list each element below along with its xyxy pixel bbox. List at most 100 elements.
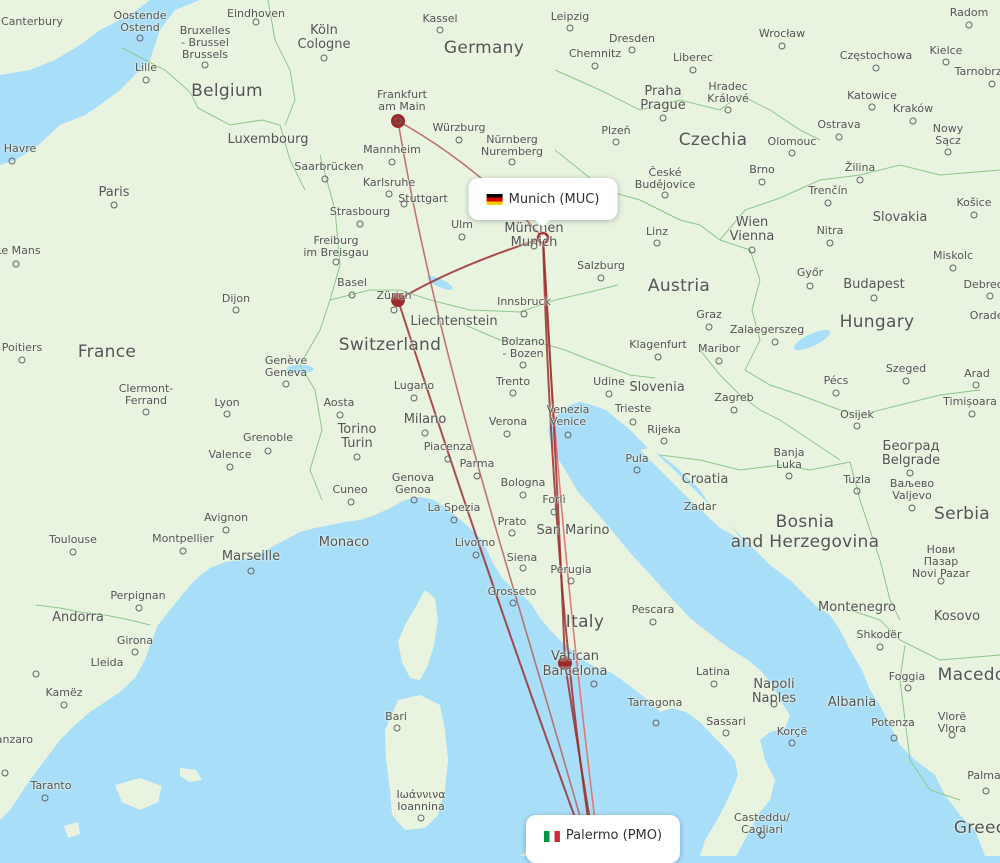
tooltip-pointer <box>535 219 551 227</box>
city-dot-icon <box>853 422 861 430</box>
hub-zurich-marker[interactable] <box>391 293 405 307</box>
city-dot-icon <box>652 719 660 727</box>
city-dot-icon <box>519 361 527 369</box>
city-dot-icon <box>566 24 574 32</box>
city-dot-icon <box>909 117 917 125</box>
city-dot-icon <box>661 191 669 199</box>
city-dot-icon <box>722 729 730 737</box>
city-dot-icon <box>965 21 973 29</box>
city-dot-icon <box>321 175 329 183</box>
city-dot-icon <box>868 103 876 111</box>
city-dot-icon <box>1 769 9 777</box>
city-dot-icon <box>390 306 398 314</box>
city-dot-icon <box>201 61 209 69</box>
city-dot-icon <box>564 431 572 439</box>
city-dot-icon <box>591 62 599 70</box>
city-dot-icon <box>870 294 878 302</box>
city-dot-icon <box>567 577 575 585</box>
city-dot-icon <box>748 246 756 254</box>
city-dot-icon <box>612 138 620 146</box>
city-dot-icon <box>972 381 980 389</box>
germany-flag-icon <box>486 193 503 205</box>
origin-munich-marker[interactable] <box>536 231 550 245</box>
city-dot-icon <box>388 158 396 166</box>
city-dot-icon <box>179 547 187 555</box>
city-dot-icon <box>110 201 118 209</box>
city-dot-icon <box>890 734 898 742</box>
city-dot-icon <box>417 814 425 822</box>
city-dot-icon <box>758 178 766 186</box>
city-dot-icon <box>530 242 538 250</box>
city-dot-icon <box>826 239 834 247</box>
city-dot-icon <box>131 648 139 656</box>
city-dot-icon <box>473 472 481 480</box>
route-map[interactable] <box>0 0 1000 856</box>
origin-tooltip[interactable]: Munich (MUC) <box>468 178 618 227</box>
city-dot-icon <box>226 463 234 471</box>
city-dot-icon <box>824 199 832 207</box>
city-dot-icon <box>629 418 637 426</box>
city-dot-icon <box>937 577 945 585</box>
city-dot-icon <box>785 472 793 480</box>
city-dot-icon <box>356 220 364 228</box>
city-dot-icon <box>336 411 344 419</box>
city-dot-icon <box>948 731 956 739</box>
origin-label: Munich (MUC) <box>508 191 600 207</box>
city-dot-icon <box>856 176 864 184</box>
city-dot-icon <box>421 429 429 437</box>
city-dot-icon <box>770 700 778 708</box>
city-dot-icon <box>605 390 613 398</box>
city-dot-icon <box>508 158 516 166</box>
destination-label: Palermo (PMO) <box>565 828 663 843</box>
city-dot-icon <box>18 356 26 364</box>
city-dot-icon <box>778 42 786 50</box>
city-dot-icon <box>353 453 361 461</box>
city-dot-icon <box>906 469 914 477</box>
city-dot-icon <box>660 437 668 445</box>
city-dot-icon <box>788 149 796 157</box>
city-dot-icon <box>509 599 517 607</box>
city-dot-icon <box>654 353 662 361</box>
city-dot-icon <box>519 491 527 499</box>
city-dot-icon <box>628 46 636 54</box>
city-dot-icon <box>444 455 452 463</box>
city-dot-icon <box>853 487 861 495</box>
city-dot-icon <box>986 292 994 300</box>
city-dot-icon <box>332 258 340 266</box>
city-dot-icon <box>450 516 458 524</box>
city-dot-icon <box>968 410 976 418</box>
city-dot-icon <box>436 26 444 34</box>
city-dot-icon <box>41 794 49 802</box>
city-dot-icon <box>455 136 463 144</box>
city-dot-icon <box>348 291 356 299</box>
city-dot-icon <box>835 133 843 141</box>
city-dot-icon <box>710 680 718 688</box>
city-dot-icon <box>982 787 990 795</box>
city-dot-icon <box>908 504 916 512</box>
city-dot-icon <box>771 338 779 346</box>
city-dot-icon <box>902 377 910 385</box>
city-dot-icon <box>633 466 641 474</box>
city-dot-icon <box>347 498 355 506</box>
city-dot-icon <box>282 380 290 388</box>
city-dot-icon <box>724 106 732 114</box>
city-dot-icon <box>942 58 950 66</box>
city-dot-icon <box>689 66 697 74</box>
city-dot-icon <box>508 529 516 537</box>
city-dot-icon <box>410 394 418 402</box>
city-dot-icon <box>758 831 766 839</box>
city-dot-icon <box>509 389 517 397</box>
city-dot-icon <box>410 496 418 504</box>
city-dot-icon <box>659 114 667 122</box>
city-dot-icon <box>970 211 978 219</box>
city-dot-icon <box>32 670 40 678</box>
city-dot-icon <box>135 604 143 612</box>
city-dot-icon <box>503 430 511 438</box>
city-dot-icon <box>944 148 952 156</box>
city-dot-icon <box>876 643 884 651</box>
city-dot-icon <box>12 260 20 268</box>
hub-rome-marker[interactable] <box>558 656 572 670</box>
city-dot-icon <box>232 306 240 314</box>
city-dot-icon <box>597 274 605 282</box>
city-dot-icon <box>519 564 527 572</box>
